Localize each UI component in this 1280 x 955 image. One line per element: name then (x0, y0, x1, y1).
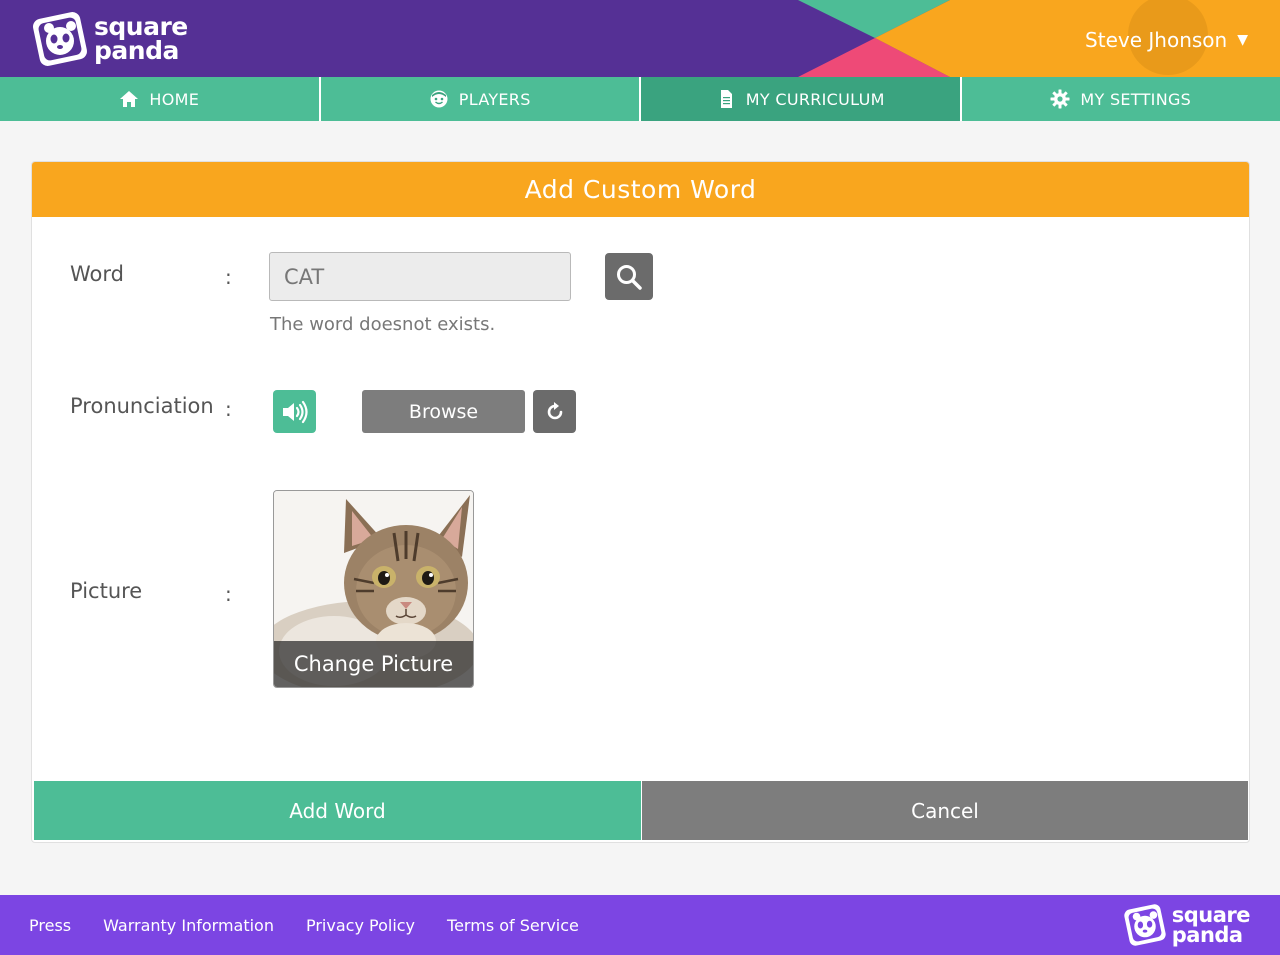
user-menu[interactable]: Steve Jhonson ▼ (1085, 28, 1248, 52)
gear-icon (1050, 89, 1070, 109)
user-name: Steve Jhonson (1085, 28, 1228, 52)
nav-players-label: PLAYERS (458, 89, 531, 109)
nav-home-label: HOME (149, 89, 200, 109)
picture-preview[interactable]: Change Picture (273, 490, 474, 688)
word-colon: : (225, 265, 232, 289)
pronunciation-colon: : (225, 397, 232, 421)
footer-link-warranty[interactable]: Warranty Information (103, 916, 274, 935)
refresh-icon (547, 401, 562, 419)
cancel-button[interactable]: Cancel (641, 781, 1248, 840)
nav-my-curriculum[interactable]: MY CURRICULUM (641, 77, 960, 121)
word-label: Word (70, 262, 124, 286)
document-icon (720, 90, 732, 108)
panda-logo-icon (33, 12, 87, 66)
word-status-message: The word doesnot exists. (270, 314, 496, 335)
play-sound-button[interactable] (273, 390, 316, 433)
footer-link-privacy[interactable]: Privacy Policy (306, 916, 415, 935)
picture-label: Picture (70, 579, 143, 603)
footer-logo-line-2: panda (1171, 923, 1243, 947)
footer-logo[interactable]: square panda (1122, 902, 1251, 948)
picture-colon: : (225, 582, 232, 606)
home-icon (120, 91, 139, 107)
footer-links: Press Warranty Information Privacy Polic… (29, 916, 579, 935)
change-picture-button[interactable]: Change Picture (274, 641, 473, 687)
nav-home[interactable]: HOME (0, 77, 319, 121)
speaker-icon (282, 400, 308, 423)
panel-title: Add Custom Word (32, 162, 1249, 217)
header-logo[interactable]: square panda (30, 9, 188, 69)
app-footer: Press Warranty Information Privacy Polic… (0, 895, 1280, 955)
reset-button[interactable] (533, 390, 576, 433)
caret-down-icon: ▼ (1237, 32, 1248, 48)
pronunciation-label: Pronunciation (70, 394, 214, 418)
word-input[interactable] (269, 252, 571, 301)
nav-players[interactable]: PLAYERS (320, 77, 639, 121)
panda-logo-icon (1124, 904, 1166, 946)
main-nav: HOME PLAYERS MY CURRICULUM MY SETTINGS (0, 77, 1280, 121)
logo-wordmark: square panda (94, 14, 188, 65)
add-custom-word-panel: Add Custom Word Word : The word doesnot … (31, 161, 1250, 843)
form-actions: Add Word Cancel (34, 781, 1248, 840)
browse-button[interactable]: Browse (362, 390, 525, 433)
face-icon (430, 90, 448, 108)
add-word-button[interactable]: Add Word (34, 781, 641, 840)
search-button[interactable] (605, 253, 653, 300)
footer-logo-line-1: square (1171, 903, 1251, 927)
logo-line-2: panda (94, 36, 179, 65)
footer-link-press[interactable]: Press (29, 916, 71, 935)
search-icon (617, 264, 642, 290)
footer-link-terms[interactable]: Terms of Service (447, 916, 579, 935)
nav-my-settings-label: MY SETTINGS (1080, 89, 1192, 109)
nav-my-settings[interactable]: MY SETTINGS (961, 77, 1280, 121)
app-header: square panda Steve Jhonson ▼ (0, 0, 1280, 77)
footer-logo-wordmark: square panda (1171, 903, 1251, 947)
nav-my-curriculum-label: MY CURRICULUM (745, 89, 885, 109)
